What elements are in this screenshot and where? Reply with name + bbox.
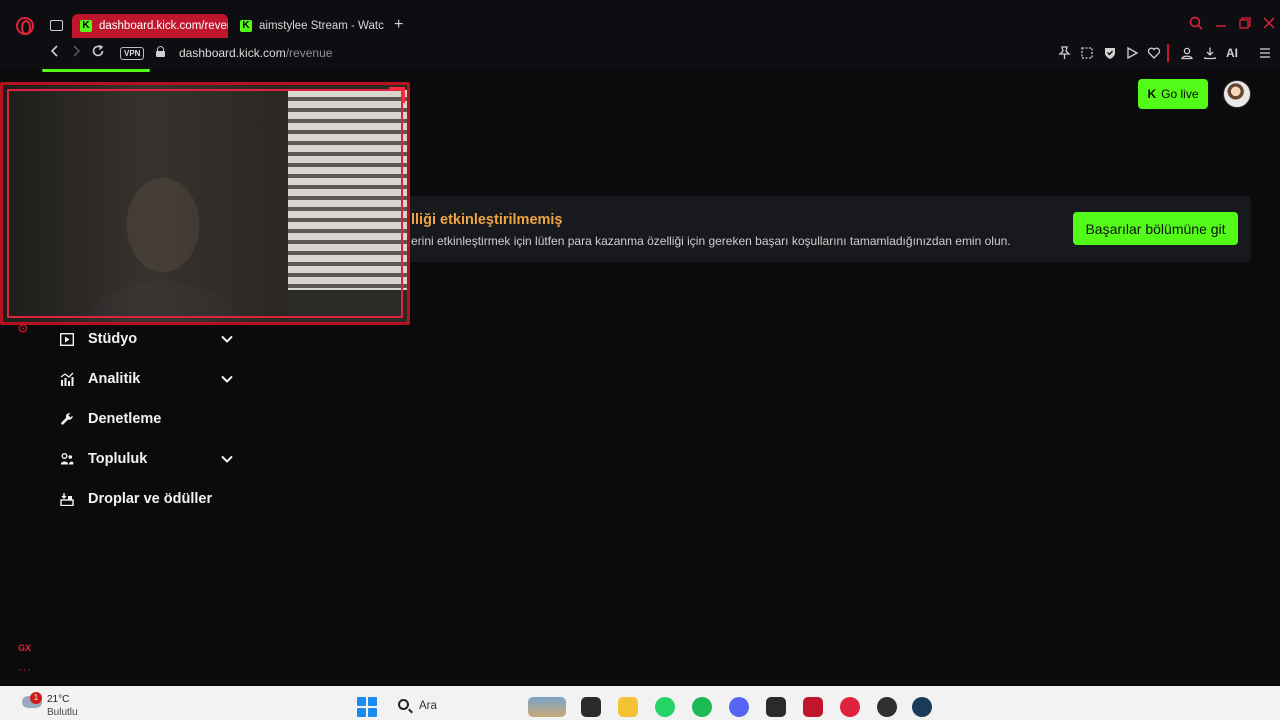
- go-live-label: Go live: [1161, 87, 1199, 101]
- lock-icon[interactable]: [156, 46, 165, 57]
- new-tab-plus-icon[interactable]: +: [394, 17, 403, 33]
- windows-start-icon[interactable]: [357, 697, 377, 717]
- chevron-down-icon[interactable]: [220, 372, 234, 386]
- weather-condition[interactable]: Bulutlu: [47, 707, 78, 718]
- forward-icon[interactable]: [69, 44, 83, 62]
- discord-icon[interactable]: [729, 697, 749, 717]
- webcam-shadow: [3, 85, 288, 322]
- tab-aimstylee-stream[interactable]: K aimstylee Stream - Watch L: [232, 14, 384, 38]
- whatsapp-icon[interactable]: [655, 697, 675, 717]
- webcam-overlay: [0, 82, 410, 325]
- aria-ai-button[interactable]: AI: [1226, 46, 1238, 60]
- toolbar-separator: [1167, 44, 1169, 62]
- task-view-icon[interactable]: [581, 697, 601, 717]
- user-avatar[interactable]: [1223, 80, 1251, 108]
- analytics-icon: [60, 372, 74, 386]
- tab-title: aimstylee Stream - Watch L: [259, 20, 384, 32]
- url-path: /revenue: [285, 46, 333, 60]
- page-load-progress: [42, 69, 150, 72]
- url-domain: dashboard.kick.com: [179, 46, 286, 60]
- chevron-down-icon[interactable]: [220, 452, 234, 466]
- spotify-icon[interactable]: [692, 697, 712, 717]
- taskbar-search-input[interactable]: Ara: [419, 700, 437, 712]
- search-icon[interactable]: [398, 699, 409, 710]
- back-icon[interactable]: [48, 44, 62, 62]
- snapshot-icon[interactable]: [1080, 46, 1094, 63]
- menu-item-label: Stüdyo: [88, 331, 138, 347]
- shield-icon[interactable]: [1103, 46, 1117, 63]
- file-explorer-icon[interactable]: [618, 697, 638, 717]
- menu-item-label: Droplar ve ödüller: [88, 491, 213, 507]
- weather-temperature[interactable]: 21°C: [47, 694, 69, 705]
- webcam-corner-accent: [389, 87, 405, 103]
- menu-item-drops-rewards[interactable]: Droplar ve ödüller: [60, 488, 212, 510]
- minimize-icon[interactable]: [1214, 16, 1228, 33]
- community-icon: [60, 452, 74, 466]
- profile-icon[interactable]: [1180, 46, 1194, 63]
- menu-item-community[interactable]: Topluluk: [60, 448, 147, 470]
- tab-title: dashboard.kick.com/revenue: [99, 20, 228, 32]
- kick-logo-icon: K: [1147, 87, 1157, 101]
- restore-icon[interactable]: [1238, 16, 1252, 33]
- menu-item-label: Topluluk: [88, 451, 148, 467]
- opera-gx-logo-icon[interactable]: [16, 17, 34, 35]
- widgets-news-icon[interactable]: [528, 697, 566, 717]
- kick-favicon-icon: K: [240, 20, 252, 32]
- wrench-icon: [60, 412, 74, 426]
- weather-notification-badge: 1: [30, 692, 42, 704]
- download-icon[interactable]: [1203, 46, 1217, 63]
- vpn-badge[interactable]: VPN: [120, 47, 145, 60]
- menu-item-moderation[interactable]: Denetleme: [60, 408, 161, 430]
- banner-description: erini etkinleştirmek için lütfen para ka…: [411, 234, 1011, 248]
- chevron-down-icon[interactable]: [220, 332, 234, 346]
- drops-icon: [60, 492, 74, 506]
- heart-icon[interactable]: [1147, 46, 1161, 63]
- sidebar-more-icon[interactable]: ···: [18, 664, 32, 676]
- menu-item-label: Denetleme: [88, 411, 162, 427]
- tab-dashboard-revenue[interactable]: K dashboard.kick.com/revenue: [72, 14, 228, 38]
- steam-icon[interactable]: [912, 697, 932, 717]
- banner-title: lliği etkinleştirilmemiş: [411, 212, 563, 228]
- menu-item-analytics[interactable]: Analitik: [60, 368, 140, 390]
- reload-icon[interactable]: [91, 44, 105, 62]
- url-field[interactable]: dashboard.kick.com/revenue: [179, 46, 332, 60]
- achievements-button[interactable]: Başarılar bölümüne git: [1073, 212, 1238, 245]
- tab-islands-icon[interactable]: [50, 20, 63, 31]
- search-tabs-icon[interactable]: [1189, 16, 1203, 33]
- kick-favicon-icon: K: [80, 20, 92, 32]
- windows-taskbar: [0, 686, 1280, 720]
- opera-gx-icon[interactable]: [840, 697, 860, 717]
- pin-icon[interactable]: [1058, 46, 1071, 63]
- epic-games-icon[interactable]: [766, 697, 786, 717]
- player-icon[interactable]: [1125, 46, 1139, 63]
- easy-setup-icon[interactable]: [1258, 46, 1272, 63]
- menu-item-label: Analitik: [88, 371, 141, 387]
- studio-icon: [60, 332, 74, 346]
- go-live-button[interactable]: K Go live: [1138, 79, 1208, 109]
- red-app-icon[interactable]: [803, 697, 823, 717]
- gx-control-label[interactable]: GX: [18, 643, 31, 653]
- obs-icon[interactable]: [877, 697, 897, 717]
- menu-item-studio[interactable]: Stüdyo: [60, 328, 137, 350]
- close-icon[interactable]: [1262, 16, 1276, 33]
